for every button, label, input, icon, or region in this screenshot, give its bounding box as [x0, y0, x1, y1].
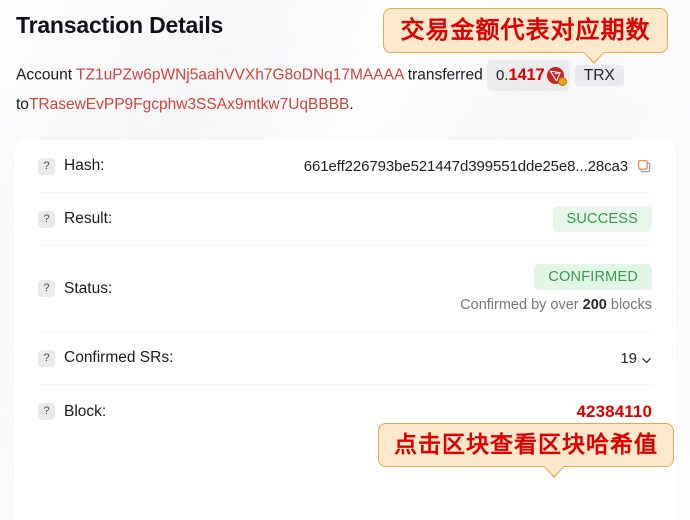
from-address-link[interactable]: TZ1uPZw6pWNj5aahVVXh7G8oDNq17MAAAA — [76, 67, 403, 84]
block-number-link[interactable]: 42384110 — [577, 402, 653, 422]
hash-label-group: ? Hash: — [38, 157, 105, 175]
status-value-group: CONFIRMED Confirmed by over 200 blocks — [460, 264, 652, 313]
to-word: to — [16, 96, 29, 113]
annotation-callout-block: 点击区块查看区块哈希值 — [378, 423, 674, 478]
block-label-group: ? Block: — [38, 403, 106, 421]
hash-label: Hash: — [64, 157, 105, 174]
hash-value: 661eff226793be521447d399551dde25e8...28c… — [303, 157, 628, 175]
status-badge-confirmed: CONFIRMED — [534, 264, 652, 290]
detail-row-status: ? Status: CONFIRMED Confirmed by over 20… — [38, 246, 652, 332]
question-mark-icon[interactable]: ? — [38, 280, 55, 297]
to-address-link[interactable]: TRasewEvPP9Fgcphw3SSAx9mtkw7UqBBBB — [29, 96, 349, 113]
question-mark-icon[interactable]: ? — [38, 157, 55, 175]
annotation-callout-amount: 交易金额代表对应期数 — [383, 8, 668, 64]
amount-unit: TRX — [574, 64, 624, 86]
tron-coin-icon — [547, 67, 568, 86]
chevron-down-icon — [641, 353, 652, 364]
sentence-period: . — [349, 96, 354, 113]
question-mark-icon[interactable]: ? — [38, 349, 55, 367]
account-word: Account — [16, 66, 73, 84]
copy-icon[interactable] — [637, 159, 652, 174]
status-label: Status: — [64, 279, 113, 297]
block-label: Block: — [64, 402, 107, 420]
confirmed-srs-value: 19 — [620, 349, 637, 367]
confirmed-srs-value-group: 19 — [620, 350, 652, 367]
coin-badge-icon — [558, 77, 568, 86]
note-suffix: blocks — [606, 297, 652, 313]
hash-value-group: 661eff226793be521447d399551dde25e8...28c… — [304, 158, 652, 175]
status-label-group: ? Status: — [38, 280, 112, 298]
detail-row-result: ? Result: SUCCESS — [38, 193, 652, 246]
detail-row-confirmed-srs: ? Confirmed SRs: 19 — [38, 332, 652, 385]
question-mark-icon[interactable]: ? — [38, 403, 55, 420]
detail-row-hash: ? Hash: 661eff226793be521447d399551dde25… — [38, 140, 652, 193]
block-value-group: 42384110 — [577, 402, 653, 422]
result-label: Result: — [64, 210, 113, 227]
annotation-amount-text: 交易金额代表对应期数 — [400, 16, 651, 44]
amount-decimal-part: 1417 — [508, 66, 545, 84]
question-mark-icon[interactable]: ? — [38, 210, 55, 228]
amount-integer-part: 0. — [496, 67, 509, 84]
callout-tail — [543, 465, 565, 476]
amount-chip: 0. 1417 — [487, 60, 571, 91]
confirmed-srs-dropdown[interactable]: 19 — [620, 350, 652, 367]
status-badge-result: SUCCESS — [552, 206, 652, 232]
annotation-block-text: 点击区块查看区块哈希值 — [394, 432, 658, 458]
confirmed-srs-label: Confirmed SRs: — [64, 349, 174, 366]
note-prefix: Confirmed by over — [460, 297, 583, 313]
confirmed-srs-label-group: ? Confirmed SRs: — [38, 349, 173, 367]
status-confirmation-note: Confirmed by over 200 blocks — [460, 297, 652, 313]
transaction-summary-sentence: Account TZ1uPZw6pWNj5aahVVXh7G8oDNq17MAA… — [14, 60, 676, 118]
note-block-count: 200 — [582, 297, 607, 313]
result-value-group: SUCCESS — [552, 206, 652, 232]
transferred-word: transferred — [407, 66, 483, 84]
callout-tail — [583, 51, 605, 62]
result-label-group: ? Result: — [38, 210, 112, 228]
